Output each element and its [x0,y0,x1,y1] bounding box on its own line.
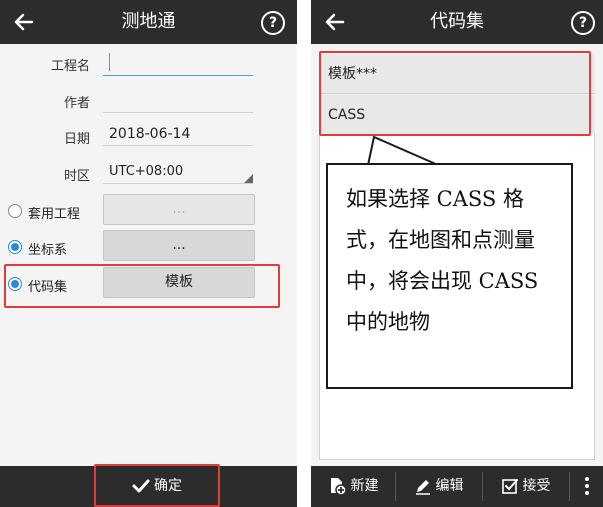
project-screen: 测地通 ? 工程名 作者 日期 2018-06-14 时区 UTC+08:00 … [0,0,297,507]
check-icon [132,479,150,493]
author-label: 作者 [63,96,90,111]
note-text: 如果选择 CASS 格式，在地图和点测量中，将会出现 CASS 中的地物 [346,187,539,334]
code-set-radio[interactable] [8,277,22,291]
page-title: 测地通 [121,11,176,32]
coordinate-system-button[interactable]: ... [103,230,255,261]
edit-label: 编辑 [435,478,464,494]
date-field[interactable]: 2018-06-14 [103,122,253,146]
code-set-item-cass[interactable]: CASS [319,95,595,135]
confirm-button[interactable]: 确定 [96,466,218,507]
bottom-bar: 确定 [0,466,297,507]
bottom-toolbar: 新建 编辑 接受 [311,466,603,507]
project-name-label: 工程名 [50,59,90,74]
timezone-dropdown[interactable]: UTC+08:00 [103,160,253,184]
help-icon[interactable]: ? [571,11,595,35]
apply-project-button[interactable]: ... [103,194,255,225]
project-name-input[interactable] [103,51,253,76]
code-set-template-button[interactable]: 模板 [103,267,255,298]
confirm-label: 确定 [154,478,182,494]
text-cursor [109,53,110,71]
more-vertical-icon [584,477,589,495]
new-label: 新建 [350,478,379,494]
note-callout: 如果选择 CASS 格式，在地图和点测量中，将会出现 CASS 中的地物 [326,163,573,389]
apply-project-radio[interactable] [8,204,22,218]
code-set-screen: 代码集 ? 模板*** CASS 如果选择 CASS 格式，在地图和点测量中，将… [311,0,603,507]
callout-pointer [367,135,439,166]
edit-button[interactable]: 编辑 [396,466,481,507]
timezone-label: 时区 [63,169,90,184]
more-menu-button[interactable] [570,466,603,507]
date-label: 日期 [63,132,90,147]
help-icon[interactable]: ? [261,11,285,35]
title-bar: 代码集 ? [311,0,603,44]
accept-label: 接受 [522,478,551,494]
coordinate-system-radio[interactable] [8,240,22,254]
checkbox-icon [501,479,518,494]
page-title: 代码集 [430,11,484,32]
accept-button[interactable]: 接受 [483,466,568,507]
author-input[interactable] [103,88,253,113]
pencil-icon [415,480,430,495]
add-file-icon [330,478,347,496]
new-button[interactable]: 新建 [311,466,394,507]
title-bar: 测地通 ? [0,0,297,44]
dropdown-triangle-icon [244,174,253,183]
code-set-item-template[interactable]: 模板*** [319,54,595,94]
